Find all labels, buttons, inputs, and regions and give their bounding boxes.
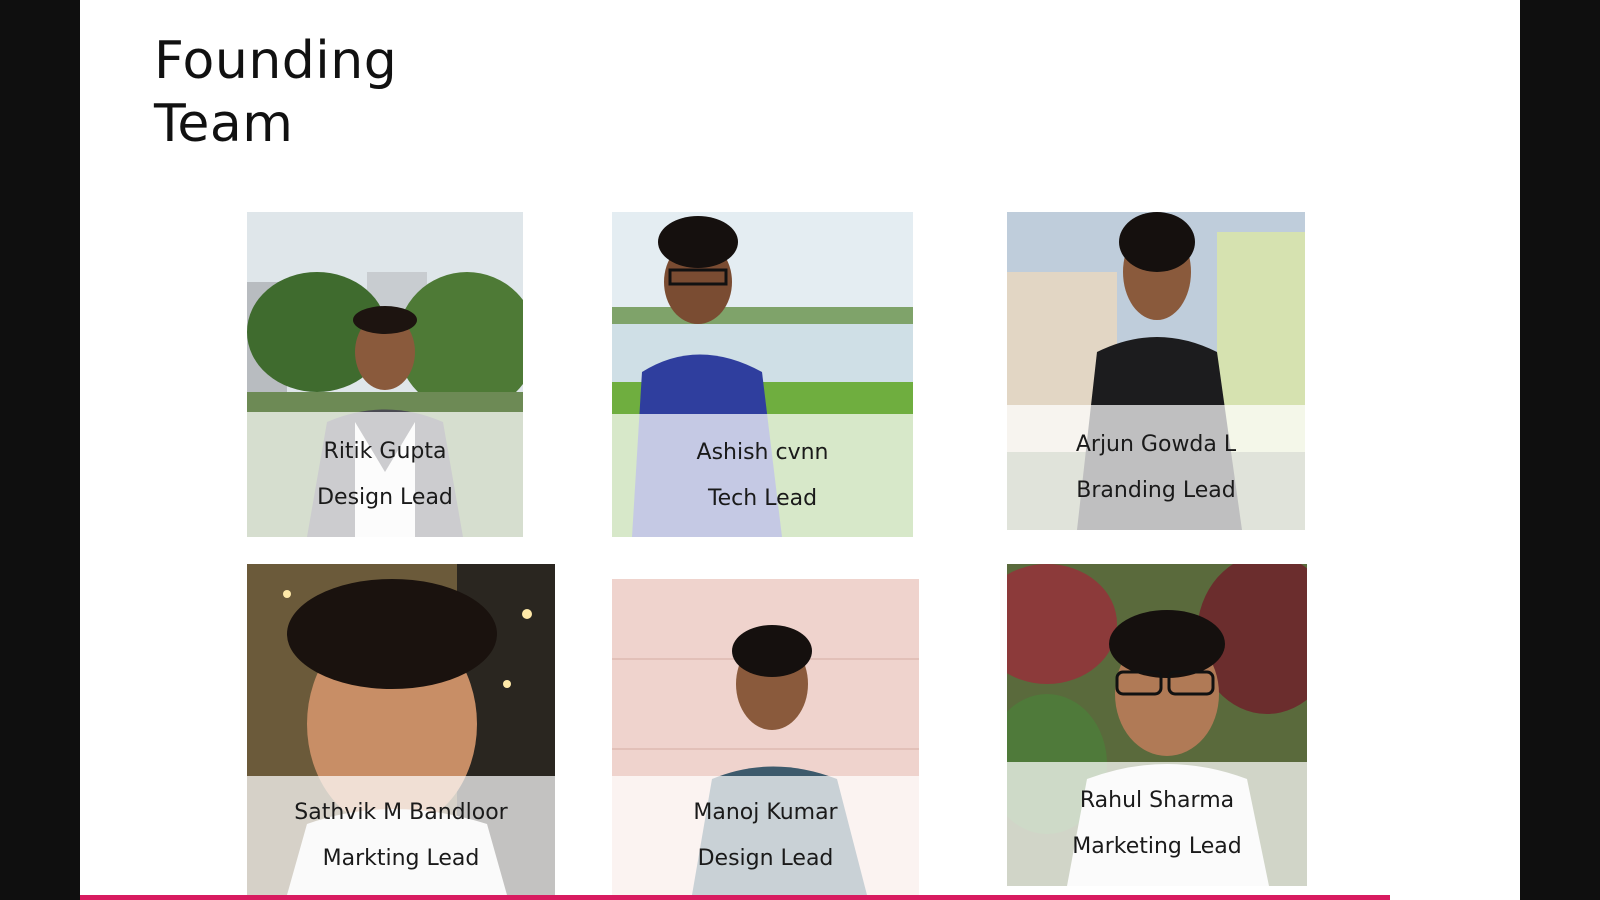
member-role: Tech Lead — [707, 485, 818, 511]
section-title-line2: Team — [154, 94, 294, 154]
page-content: Founding Team Ritik Gupta Design Lead As… — [80, 0, 1520, 900]
team-card-ashish-cvnn[interactable]: Ashish cvnn Tech Lead — [612, 212, 913, 537]
member-caption: Sathvik M Bandloor Markting Lead — [247, 776, 555, 895]
member-caption: Ritik Gupta Design Lead — [247, 412, 523, 537]
team-card-manoj-kumar[interactable]: Manoj Kumar Design Lead — [612, 579, 919, 895]
member-name: Sathvik M Bandloor — [294, 799, 508, 825]
right-letterbox — [1520, 0, 1600, 900]
member-caption: Rahul Sharma Marketing Lead — [1007, 762, 1307, 886]
member-name: Rahul Sharma — [1079, 788, 1235, 813]
team-card-ritik-gupta[interactable]: Ritik Gupta Design Lead — [247, 212, 523, 537]
member-name: Arjun Gowda L — [1075, 431, 1237, 457]
team-card-arjun-gowda-l[interactable]: Arjun Gowda L Branding Lead — [1007, 212, 1305, 530]
section-title: Founding Team — [154, 30, 397, 156]
member-name: Ashish cvnn — [696, 439, 829, 465]
section-title-line1: Founding — [154, 31, 398, 91]
member-caption: Arjun Gowda L Branding Lead — [1007, 405, 1305, 530]
member-role: Markting Lead — [322, 845, 480, 871]
member-name: Ritik Gupta — [323, 438, 447, 464]
member-caption: Ashish cvnn Tech Lead — [612, 414, 913, 537]
member-role: Design Lead — [697, 845, 834, 871]
accent-progress-bar — [80, 895, 1390, 900]
member-role: Marketing Lead — [1072, 834, 1242, 859]
team-card-sathvik-m-bandloor[interactable]: Sathvik M Bandloor Markting Lead — [247, 564, 555, 895]
member-role: Branding Lead — [1076, 477, 1236, 503]
team-card-rahul-sharma[interactable]: Rahul Sharma Marketing Lead — [1007, 564, 1307, 886]
left-letterbox — [0, 0, 80, 900]
member-role: Design Lead — [317, 484, 453, 510]
member-caption: Manoj Kumar Design Lead — [612, 776, 919, 895]
member-name: Manoj Kumar — [693, 799, 838, 825]
